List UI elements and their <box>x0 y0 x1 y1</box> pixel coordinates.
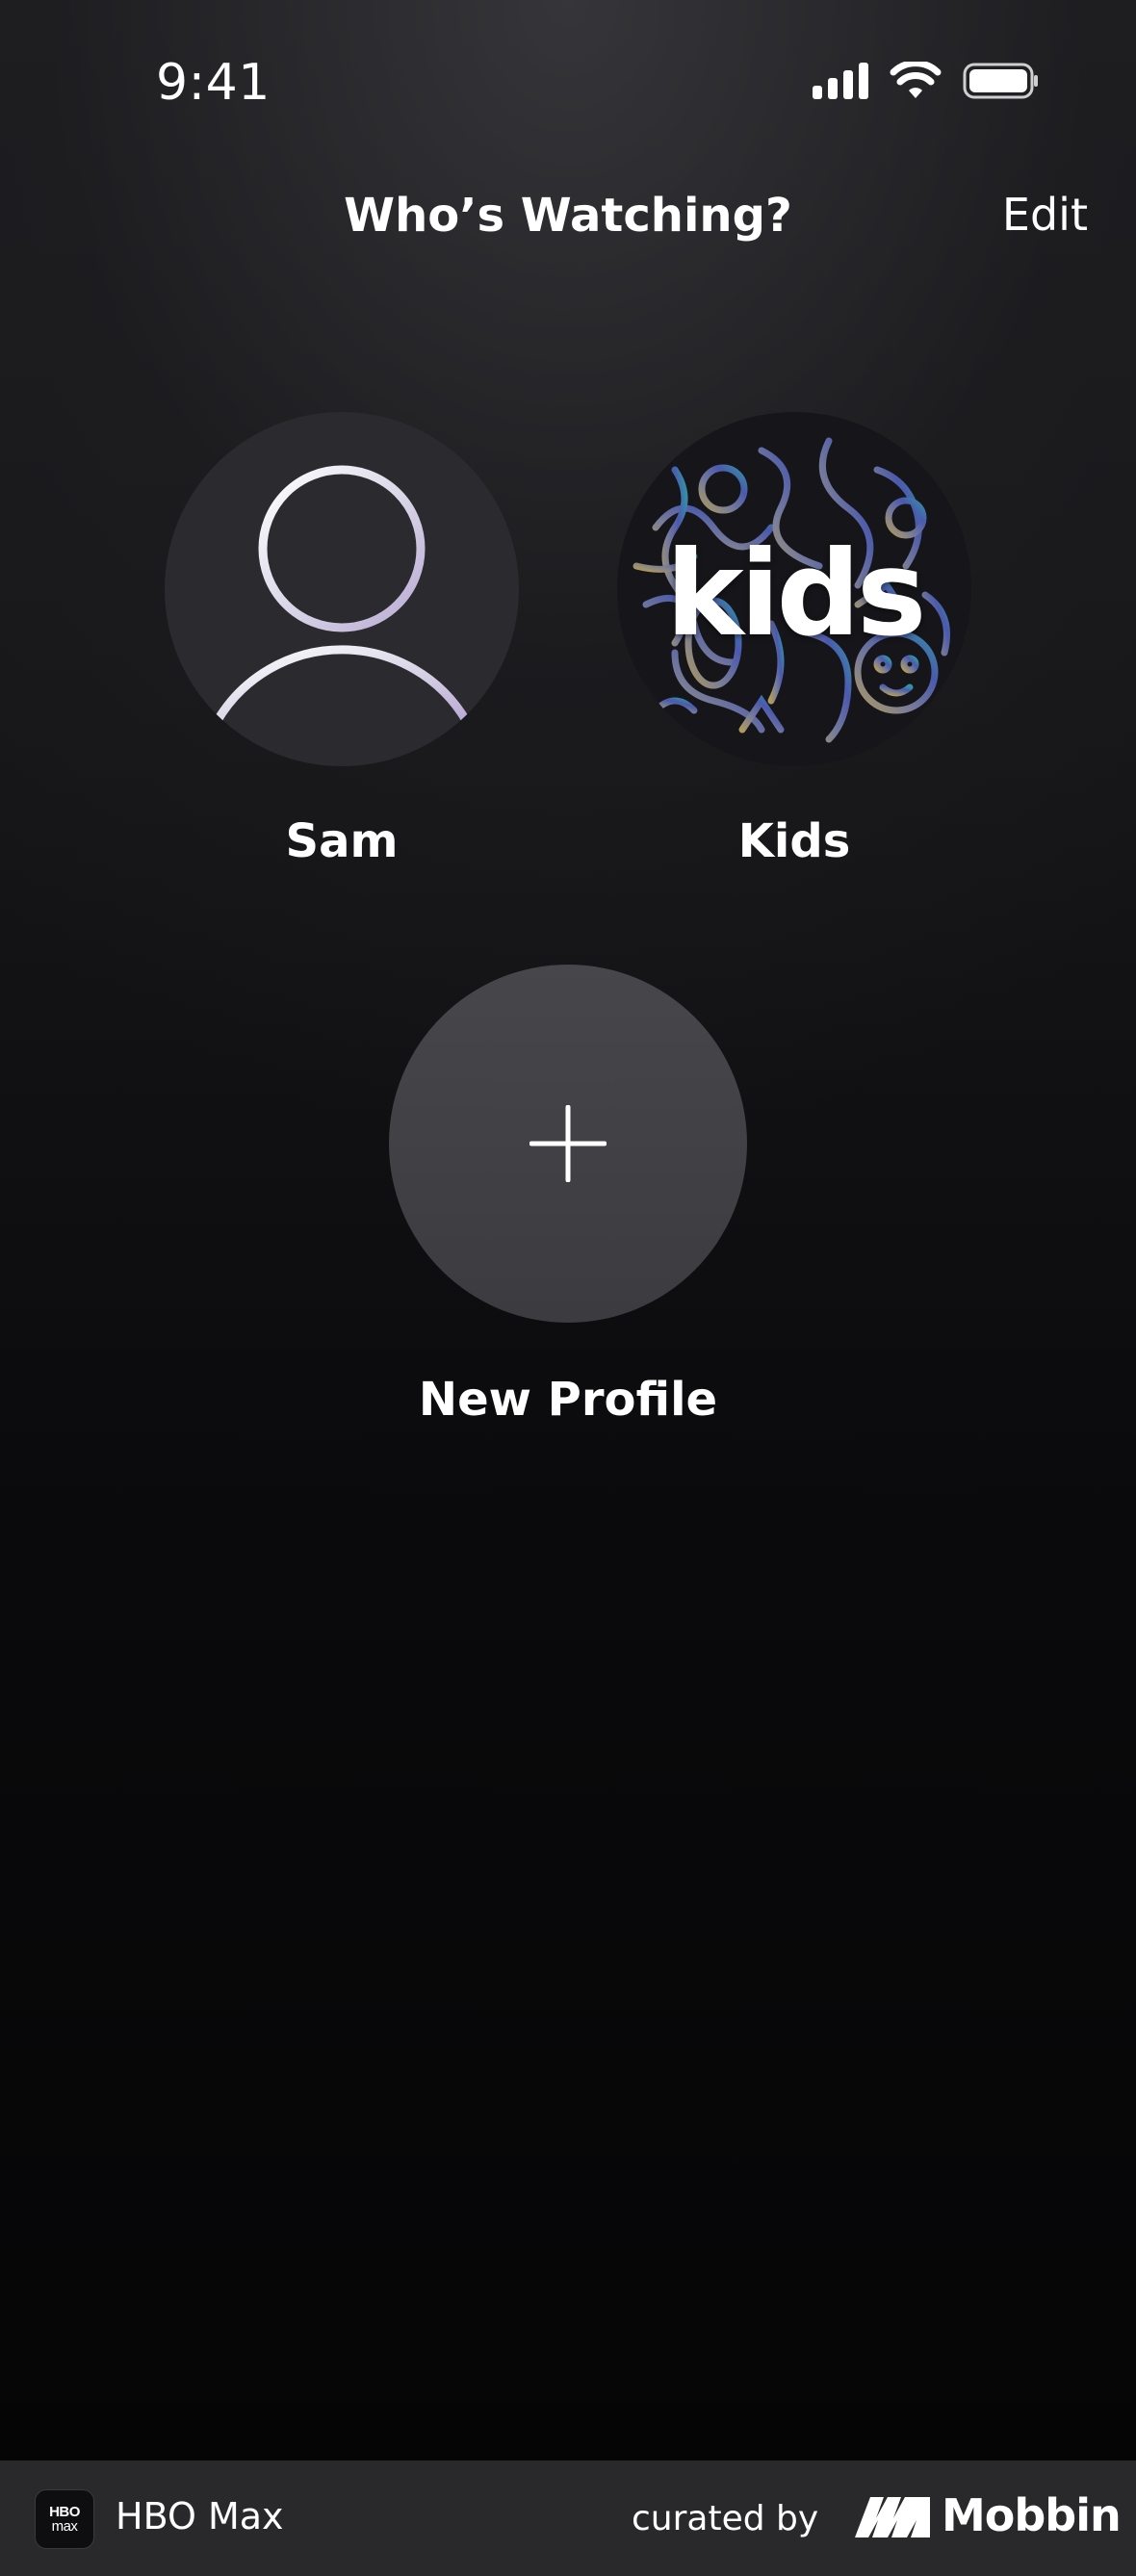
profile-sam[interactable]: Sam <box>165 412 519 868</box>
new-profile-circle[interactable] <box>389 965 747 1323</box>
profile-select-screen: 9:41 Who’s Watching? Edit Sam kids Kids … <box>0 0 1136 2460</box>
user-silhouette-icon <box>212 465 472 727</box>
app-icon-line2: max <box>51 2518 78 2535</box>
profile-kids[interactable]: kids Kids <box>617 412 971 868</box>
wifi-icon <box>890 62 942 98</box>
new-profile-button[interactable]: New Profile <box>387 965 749 1427</box>
page-title: Who’s Watching? <box>344 189 792 243</box>
kids-logo-text: kids <box>665 526 927 662</box>
avatar[interactable]: kids <box>617 412 971 766</box>
edit-button[interactable]: Edit <box>1002 189 1088 241</box>
attribution-footer: HBO max HBO Max curated by Mobbin <box>0 2460 1136 2576</box>
app-name: HBO Max <box>116 2495 284 2537</box>
profile-name: Kids <box>737 814 851 868</box>
mobbin-brand: Mobbin <box>942 2489 1122 2541</box>
mobbin-logo-icon <box>855 2497 930 2537</box>
app-icon-line1: HBO <box>49 2504 80 2520</box>
status-icons <box>813 62 1040 100</box>
profile-name: Sam <box>285 814 399 868</box>
cellular-signal-icon <box>813 63 868 99</box>
plus-icon <box>529 1105 607 1182</box>
hbo-max-app-icon: HBO max <box>35 2489 94 2549</box>
status-time: 9:41 <box>156 54 271 112</box>
new-profile-label: New Profile <box>418 1373 718 1427</box>
avatar[interactable] <box>165 412 519 766</box>
curated-by-label: curated by <box>632 2499 819 2538</box>
battery-icon <box>963 63 1038 99</box>
